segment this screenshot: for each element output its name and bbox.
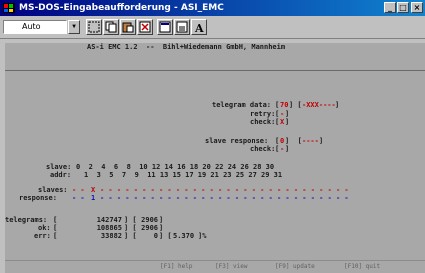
retry-value: - [280, 110, 285, 118]
copy-icon [105, 21, 117, 33]
fullscreen-icon [139, 21, 151, 33]
bracket: ] [319, 137, 324, 145]
header-text: AS-i EMC 1.2 -- Bihl+Wiedemann GmbH, Man… [87, 43, 286, 51]
bracket: [ [53, 224, 58, 232]
maximize-button[interactable]: □ [397, 2, 409, 13]
properties-button[interactable] [157, 19, 173, 35]
view-key[interactable]: [F3] view [215, 263, 248, 271]
background-button[interactable] [174, 19, 190, 35]
ok-label: ok: [38, 224, 51, 232]
dos-window: MS-DOS-Eingabeaufforderung - ASI_EMC _ □… [0, 0, 425, 273]
bracket: ] [ [289, 101, 302, 109]
bracket: ] [ [124, 216, 137, 224]
bracket: ] [ [124, 224, 137, 232]
slave-response-value: 0 [280, 137, 285, 145]
bracket: ]% [198, 232, 207, 240]
bracket: ] [285, 110, 290, 118]
font-size-select[interactable]: Auto [3, 20, 67, 34]
slave-label: slave: [46, 163, 72, 171]
slave-numbers: 0 2 4 6 8 10 12 14 16 18 20 22 24 26 28 … [76, 163, 275, 171]
telegrams-value: 142747 [96, 216, 122, 224]
bracket: [ [53, 216, 58, 224]
slaves-row-mark: X [91, 186, 96, 194]
telegram-data-value: 70 [280, 101, 289, 109]
slaves-label: slaves: [38, 186, 68, 194]
slaves-row-prefix: - - [72, 186, 85, 194]
bracket: ] [335, 101, 340, 109]
retry-label: retry: [250, 110, 276, 118]
bracket: ] [ [285, 137, 302, 145]
response-row-mark: 1 [91, 194, 96, 202]
err-label: err: [34, 232, 51, 240]
response-row: - - - - - - - - - - - - - - - - - - - - … [100, 194, 349, 202]
font-button[interactable]: A [191, 19, 207, 35]
bracket: [ [275, 137, 280, 145]
addr-numbers: 1 3 5 7 9 11 13 15 17 19 21 23 25 27 29 … [84, 171, 283, 179]
telegrams-value2: 2906 [141, 216, 158, 224]
telegrams-label: telegrams: [5, 216, 48, 224]
svg-text:A: A [194, 22, 204, 33]
bracket: ] [ [159, 232, 172, 240]
font-icon: A [194, 22, 204, 33]
bracket: ] [159, 216, 164, 224]
chevron-down-icon[interactable]: ▼ [68, 20, 80, 34]
bracket: ] [285, 145, 290, 153]
slave-response-label: slave response: [205, 137, 269, 145]
bracket: ] [ [124, 232, 137, 240]
check2-value: - [280, 145, 285, 153]
ok-value: 108865 [96, 224, 122, 232]
background-icon [176, 21, 188, 33]
properties-icon [159, 21, 171, 33]
msdos-app-icon[interactable] [2, 1, 16, 15]
err-value2: 0 [153, 232, 158, 240]
bracket: [ [53, 232, 58, 240]
paste-icon [122, 22, 134, 33]
help-key[interactable]: [F1] help [160, 263, 193, 271]
toolbar: Auto ▼ A [0, 16, 425, 39]
console-area[interactable]: AS-i EMC 1.2 -- Bihl+Wiedemann GmbH, Man… [5, 43, 425, 273]
response-label: response: [19, 194, 57, 202]
bracket: ] [159, 224, 164, 232]
paste-button[interactable] [120, 19, 136, 35]
close-button[interactable]: × [411, 2, 423, 13]
check2-label: check: [250, 145, 276, 153]
window-title: MS-DOS-Eingabeaufforderung - ASI_EMC [19, 3, 224, 13]
err-value: 33882 [100, 232, 122, 240]
slave-response-bits: ---- [302, 137, 319, 145]
status-divider [5, 260, 425, 261]
check-value: X [280, 118, 285, 126]
fullscreen-button[interactable] [137, 19, 153, 35]
ok-value2: 2906 [141, 224, 158, 232]
telegram-data-bits: -XXX---- [302, 101, 336, 109]
update-key[interactable]: [F9] update [275, 263, 315, 271]
bracket: [ [275, 118, 280, 126]
bracket: [ [275, 145, 280, 153]
telegram-data-label: telegram data: [212, 101, 272, 109]
minimize-button[interactable]: _ [384, 2, 396, 13]
bracket: [ [275, 101, 280, 109]
bracket: ] [285, 118, 290, 126]
header-divider [5, 70, 425, 71]
slaves-row: - - - - - - - - - - - - - - - - - - - - … [100, 186, 349, 194]
mark-icon [88, 21, 100, 33]
check-label: check: [250, 118, 276, 126]
copy-button[interactable] [103, 19, 119, 35]
title-bar[interactable]: MS-DOS-Eingabeaufforderung - ASI_EMC _ □… [0, 0, 425, 16]
err-percent: 5.370 [173, 232, 195, 240]
mark-tool-button[interactable] [86, 19, 102, 35]
response-row-prefix: - - [72, 194, 85, 202]
bracket: [ [275, 110, 280, 118]
addr-label: addr: [50, 171, 72, 179]
quit-key[interactable]: [F10] quit [344, 263, 380, 271]
